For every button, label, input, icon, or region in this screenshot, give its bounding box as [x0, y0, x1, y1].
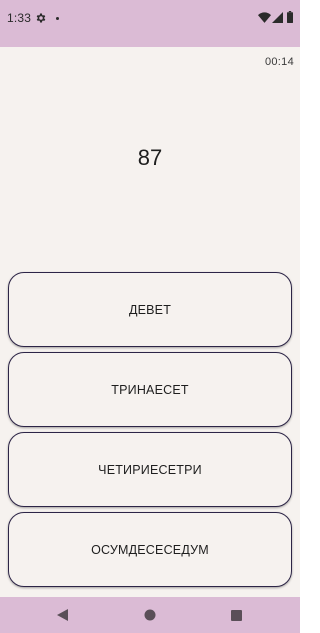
back-icon[interactable] — [57, 609, 69, 621]
answer-options: ДЕВЕТ ТРИНАЕСЕТ ЧЕТИРИЕСЕТРИ ОСУМДЕСЕСЕД… — [8, 272, 292, 592]
battery-icon — [287, 11, 293, 23]
notification-dot-icon — [56, 17, 59, 20]
cell-signal-icon — [272, 12, 283, 23]
home-icon[interactable] — [144, 609, 156, 621]
answer-button-4[interactable]: ОСУМДЕСЕСЕДУМ — [8, 512, 292, 587]
wifi-icon — [258, 12, 271, 23]
app-screen: 1:33 00:14 87 ДЕВЕТ ТРИНАЕСЕТ ЧЕТИРИЕСЕТ… — [0, 0, 300, 633]
target-number: 87 — [137, 145, 163, 170]
status-bar: 1:33 — [0, 0, 300, 47]
answer-button-1[interactable]: ДЕВЕТ — [8, 272, 292, 347]
answer-button-3[interactable]: ЧЕТИРИЕСЕТРИ — [8, 432, 292, 507]
navigation-bar — [0, 597, 300, 633]
elapsed-timer: 00:14 — [264, 56, 294, 68]
status-time: 1:33 — [7, 11, 32, 25]
gear-icon — [36, 13, 46, 23]
recents-icon[interactable] — [231, 610, 242, 621]
answer-button-2[interactable]: ТРИНАЕСЕТ — [8, 352, 292, 427]
